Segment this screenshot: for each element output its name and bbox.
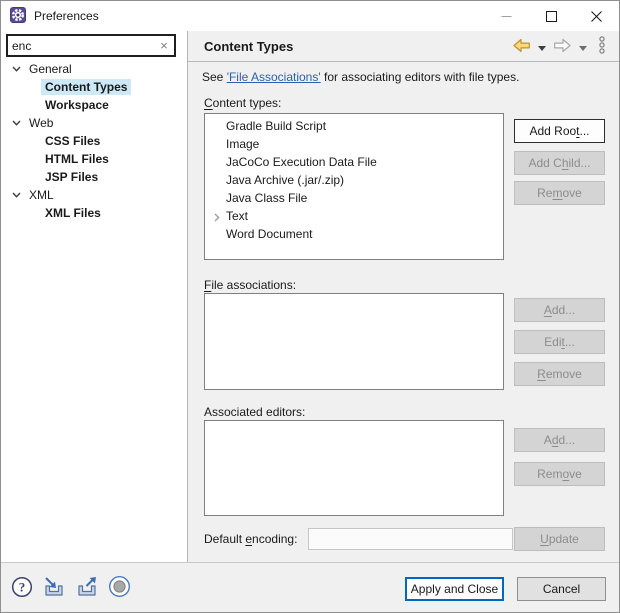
remove-editor-button: Rem o ve [514,462,605,486]
help-icon[interactable]: ? [11,576,33,601]
filter-input[interactable] [8,38,154,53]
tree-item-workspace[interactable]: Workspace [1,96,187,114]
view-menu-icon[interactable] [598,36,606,57]
forward-history-dropdown-icon[interactable] [579,40,587,54]
export-preferences-icon[interactable] [75,576,99,601]
page-title: Content Types [204,38,294,54]
cancel-button[interactable]: Cancel [517,577,606,601]
list-item-image[interactable]: Image [205,135,503,153]
forward-icon[interactable] [553,38,572,56]
edit-association-button: Edi t... [514,330,605,354]
associated-editors-label: Associated editors: [204,405,306,419]
chevron-right-icon[interactable] [214,211,220,225]
minimize-button[interactable] [484,1,529,31]
back-history-dropdown-icon[interactable] [538,40,546,54]
add-root-button[interactable]: Add Roo t... [514,119,605,143]
tree-item-jsp-files[interactable]: JSP Files [1,168,187,186]
list-item-text[interactable]: Text [205,207,503,225]
preference-recorder-icon[interactable] [108,575,131,601]
tree-item-content-types[interactable]: Content Types [1,78,187,96]
remove-content-type-button: Re m ove [514,181,605,205]
update-encoding-button: Update [514,527,605,551]
preferences-sidebar: × General Content Types Workspace [1,31,187,562]
maximize-icon [546,10,557,22]
preferences-dialog: Preferences × General [0,0,620,613]
content-types-page: Content Types See 'File Associations' fo… [188,31,619,562]
chevron-down-icon[interactable] [12,192,21,198]
list-item-jacoco-execution-data-file[interactable]: JaCoCo Execution Data File [205,153,503,171]
intro-text: See 'File Associations' for associating … [202,70,520,84]
tree-item-css-files[interactable]: CSS Files [1,132,187,150]
apply-and-close-button[interactable]: Apply and Close [405,577,504,601]
remove-association-button: Remove [514,362,605,386]
list-item-word-document[interactable]: Word Document [205,225,503,243]
chevron-down-icon[interactable] [12,120,21,126]
minimize-icon [501,15,512,17]
tree-item-web[interactable]: Web [1,114,187,132]
tree-item-html-files[interactable]: HTML Files [1,150,187,168]
default-encoding-label: Default encoding: [204,532,298,546]
close-button[interactable] [574,1,619,31]
dialog-footer: ? Apply and Close Cancel [1,562,619,612]
maximize-button[interactable] [529,1,574,31]
list-item-gradle-build-script[interactable]: Gradle Build Script [205,117,503,135]
content-types-list[interactable]: Gradle Build Script Image JaCoCo Executi… [204,113,504,260]
preferences-app-icon [10,7,26,26]
content-types-label: Content types: [204,96,282,110]
titlebar: Preferences [1,1,619,31]
file-associations-label: File associations: [204,278,297,292]
tree-item-general[interactable]: General [1,60,187,78]
add-child-button: Add Ch ild... [514,151,605,175]
list-item-java-archive[interactable]: Java Archive (.jar/.zip) [205,171,503,189]
clear-search-icon[interactable]: × [154,38,174,53]
chevron-down-icon[interactable] [12,66,21,72]
filter-search-box: × [6,34,176,57]
associated-editors-list[interactable] [204,420,504,516]
add-editor-button: Ad d... [514,428,605,452]
list-item-java-class-file[interactable]: Java Class File [205,189,503,207]
tree-item-xml[interactable]: XML [1,186,187,204]
back-icon[interactable] [512,38,531,56]
file-associations-list[interactable] [204,293,504,390]
default-encoding-input[interactable] [308,528,513,550]
file-associations-link[interactable]: 'File Associations' [227,70,321,84]
add-association-button: Add... [514,298,605,322]
preferences-tree: General Content Types Workspace Web CSS … [1,60,187,222]
window-title: Preferences [34,9,99,23]
import-preferences-icon[interactable] [42,576,66,601]
svg-text:?: ? [19,579,26,594]
close-icon [591,10,602,22]
tree-item-xml-files[interactable]: XML Files [1,204,187,222]
